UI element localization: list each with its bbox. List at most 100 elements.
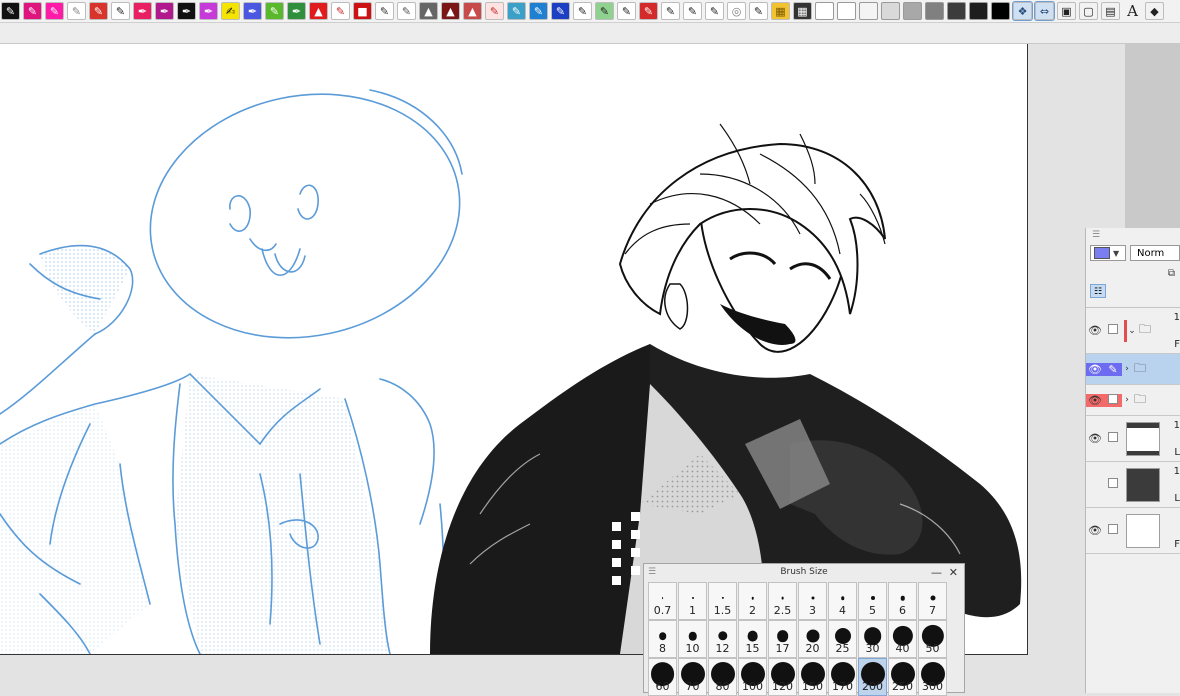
minimize-button[interactable]: — (931, 564, 942, 581)
pencil-icon[interactable]: ✎ (397, 2, 416, 20)
pen-nib-icon[interactable]: ✒ (155, 2, 174, 20)
brush-size-option[interactable]: 250 (888, 658, 917, 696)
pencil-icon[interactable]: ✎ (485, 2, 504, 20)
brush-size-option[interactable]: 30 (858, 620, 887, 658)
eye-icon[interactable]: 👁 (1086, 324, 1104, 337)
layer-row[interactable]: 👁 F (1086, 508, 1180, 554)
pencil-icon[interactable]: ✎ (375, 2, 394, 20)
layer-row[interactable]: 👁 ⌄ 🗀 1 F (1086, 308, 1180, 354)
color-swatch-icon[interactable] (837, 2, 856, 20)
brush-size-option[interactable]: 200 (858, 658, 887, 696)
pencil-icon[interactable]: ✎ (661, 2, 680, 20)
brush-size-option[interactable]: 80 (708, 658, 737, 696)
brush-size-option[interactable]: 300 (918, 658, 947, 696)
brush-size-option[interactable]: 7 (918, 582, 947, 620)
blur-icon[interactable]: ◎ (727, 2, 746, 20)
color-swatch-icon[interactable] (859, 2, 878, 20)
clip-layer-icon[interactable]: ⧉ (1168, 268, 1175, 279)
brush-size-option[interactable]: 4 (828, 582, 857, 620)
color-swatch-icon[interactable] (969, 2, 988, 20)
brush-size-option[interactable]: 25 (828, 620, 857, 658)
pen-icon[interactable]: ✎ (45, 2, 64, 20)
layer-color-select[interactable]: ▼ (1090, 245, 1126, 261)
pencil-icon[interactable]: ✎ (617, 2, 636, 20)
brush-size-option[interactable]: 60 (648, 658, 677, 696)
pen-nib-icon[interactable]: ✒ (133, 2, 152, 20)
color-swatch-icon[interactable] (925, 2, 944, 20)
layer-lock-checkbox[interactable] (1108, 324, 1118, 334)
brush-size-option[interactable]: 50 (918, 620, 947, 658)
brush-size-option[interactable]: 100 (738, 658, 767, 696)
pen-icon[interactable]: ✎ (67, 2, 86, 20)
brush-size-option[interactable]: 2.5 (768, 582, 797, 620)
brush-size-option[interactable]: 5 (858, 582, 887, 620)
pencil-icon[interactable]: ✎ (551, 2, 570, 20)
layers-icon[interactable]: ❖ (1012, 1, 1033, 21)
marker-icon[interactable]: ✎ (89, 2, 108, 20)
pen-nib-icon[interactable]: ✒ (287, 2, 306, 20)
pen-nib-icon[interactable]: ✒ (199, 2, 218, 20)
color-swatch-icon[interactable] (881, 2, 900, 20)
chevron-down-icon[interactable]: ⌄ (1127, 326, 1137, 336)
layer-lock-checkbox[interactable] (1108, 478, 1118, 488)
brush-size-title-bar[interactable]: ☰ Brush Size — ✕ (644, 564, 964, 581)
brush-size-option[interactable]: 70 (678, 658, 707, 696)
eye-icon[interactable]: 👁 (1086, 432, 1104, 445)
brush-size-option[interactable]: 1.5 (708, 582, 737, 620)
layer-row[interactable]: 👁 › 🗀 (1086, 385, 1180, 416)
panel-grip-icon[interactable]: ☰ (648, 564, 656, 581)
brush-size-option[interactable]: 170 (828, 658, 857, 696)
pen-icon[interactable]: ✎ (111, 2, 130, 20)
pencil-icon[interactable]: ✎ (705, 2, 724, 20)
brush-size-option[interactable]: 3 (798, 582, 827, 620)
color-swatch-icon[interactable] (815, 2, 834, 20)
brush-size-option[interactable]: 2 (738, 582, 767, 620)
layer-list-toggle-icon[interactable]: ☷ (1090, 284, 1106, 298)
animation-icon[interactable]: ▣ (1057, 2, 1076, 20)
color-swatch-icon[interactable] (947, 2, 966, 20)
pen-nib-icon[interactable]: ✒ (243, 2, 262, 20)
chevron-right-icon[interactable]: › (1122, 364, 1132, 374)
pencil-icon[interactable]: ✎ (507, 2, 526, 20)
brush-size-option[interactable]: 40 (888, 620, 917, 658)
cat-icon[interactable]: ▲ (419, 2, 438, 20)
pencil-icon[interactable]: ✎ (331, 2, 350, 20)
window-icon[interactable]: ▢ (1079, 2, 1098, 20)
cat-icon[interactable]: ▲ (463, 2, 482, 20)
transform-icon[interactable]: ⇔ (1034, 1, 1055, 21)
brush-size-option[interactable]: 17 (768, 620, 797, 658)
layer-row[interactable]: 👁 1 L (1086, 416, 1180, 462)
layer-lock-checkbox[interactable] (1108, 524, 1118, 534)
brush-size-option[interactable]: 10 (678, 620, 707, 658)
eye-icon[interactable]: 👁 (1086, 362, 1104, 376)
pencil-icon[interactable]: ✎ (639, 2, 658, 20)
layer-lock-checkbox[interactable] (1108, 432, 1118, 442)
brush-size-option[interactable]: 15 (738, 620, 767, 658)
square-icon[interactable]: ■ (353, 2, 372, 20)
pencil-icon[interactable]: ✎ (683, 2, 702, 20)
pen-nib-icon[interactable]: ✒ (177, 2, 196, 20)
brush-size-option[interactable]: 150 (798, 658, 827, 696)
chevron-right-icon[interactable]: › (1122, 395, 1132, 405)
close-button[interactable]: ✕ (949, 564, 958, 581)
triangle-icon[interactable]: ▲ (309, 2, 328, 20)
eraser-icon[interactable]: ◆ (1145, 2, 1164, 20)
pencil-icon[interactable]: ✎ (595, 2, 614, 20)
eye-icon[interactable]: 👁 (1086, 524, 1104, 537)
blend-mode-select[interactable]: Norm (1130, 245, 1180, 261)
layer-lock-checkbox[interactable] (1108, 393, 1118, 404)
cat-icon[interactable]: ▲ (441, 2, 460, 20)
brush-size-option[interactable]: 120 (768, 658, 797, 696)
layer-row[interactable]: 👁 ✎ › 🗀 (1086, 354, 1180, 385)
text-tool-icon[interactable]: A (1123, 2, 1142, 20)
color-swatch-icon[interactable] (903, 2, 922, 20)
brush-size-option[interactable]: 8 (648, 620, 677, 658)
tone-pattern-icon[interactable]: ▦ (793, 2, 812, 20)
marker-icon[interactable]: ✎ (265, 2, 284, 20)
save-icon[interactable]: ▤ (1101, 2, 1120, 20)
layer-row[interactable]: 1L (1086, 462, 1180, 508)
brush-icon[interactable]: ✍ (221, 2, 240, 20)
tone-pattern-icon[interactable]: ▦ (771, 2, 790, 20)
brush-size-option[interactable]: 0.7 (648, 582, 677, 620)
pencil-icon[interactable]: ✎ (529, 2, 548, 20)
